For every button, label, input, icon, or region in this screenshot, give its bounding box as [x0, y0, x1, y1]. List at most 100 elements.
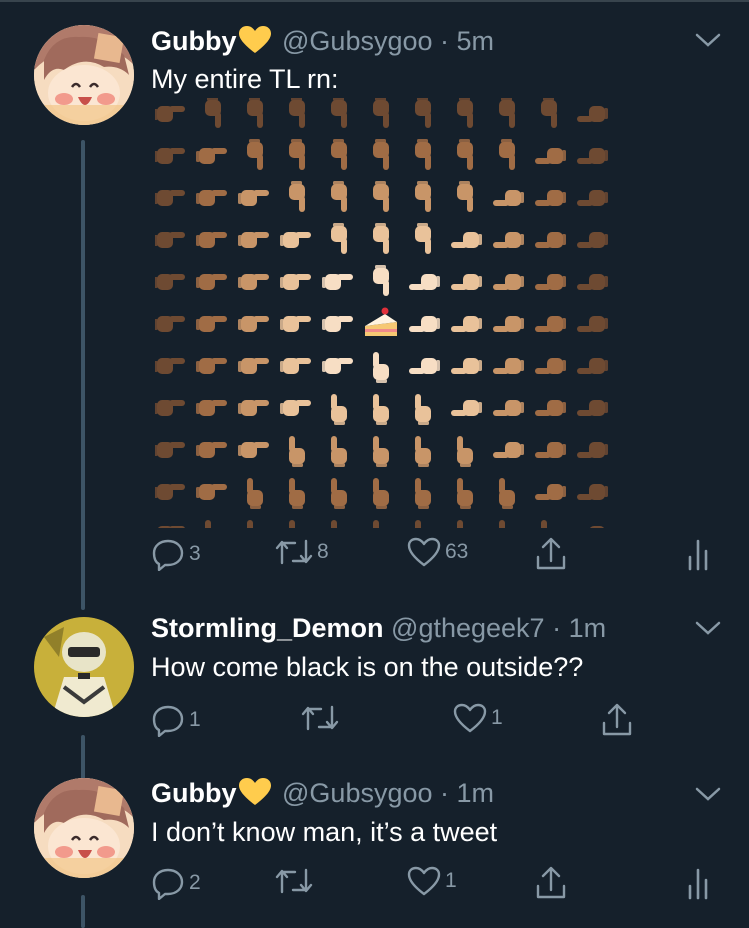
retweet-icon: [275, 537, 313, 567]
pointing-hand-icon: [238, 232, 269, 248]
tweet-text: I don’t know man, it’s a tweet: [151, 817, 498, 847]
chevron-down-icon[interactable]: [695, 620, 721, 641]
like-button[interactable]: 1: [407, 866, 457, 896]
avatar-stormling-demon[interactable]: [34, 617, 134, 717]
reply-button[interactable]: 1: [151, 703, 201, 737]
reply-button[interactable]: 2: [151, 866, 201, 900]
pointing-hand-icon: [238, 358, 269, 374]
pointing-hand-icon: [457, 98, 473, 128]
pointing-hand-icon: [535, 442, 566, 458]
pointing-hand-icon: [331, 478, 347, 509]
pointing-hand-icon: [493, 358, 524, 374]
pointing-hand-icon: [289, 478, 305, 509]
like-button[interactable]: 63: [407, 537, 468, 567]
pointing-hand-icon: [577, 106, 608, 122]
display-name[interactable]: Stormling_Demon: [151, 613, 384, 643]
pointing-hand-icon: [280, 400, 311, 416]
handle[interactable]: @gthegeek7: [391, 613, 545, 643]
pointing-hand-icon: [280, 232, 311, 248]
display-name[interactable]: Gubby: [151, 26, 237, 56]
pointing-hand-icon: [247, 98, 263, 128]
chevron-down-icon[interactable]: [695, 786, 721, 807]
pointing-hand-icon: [415, 394, 431, 425]
pointing-hand-icon: [289, 436, 305, 467]
retweet-button[interactable]: [275, 866, 317, 896]
pointing-hand-icon: [577, 484, 608, 500]
pointing-hand-icon: [535, 316, 566, 332]
timestamp[interactable]: · 1m: [440, 778, 494, 808]
tweet-3[interactable]: Gubby @Gubsygoo · 1m I don’t know man, i…: [0, 760, 749, 928]
timestamp[interactable]: · 5m: [440, 26, 494, 56]
avatar-illustration: [34, 778, 134, 878]
pointing-hand-icon: [493, 190, 524, 206]
pointing-hand-icon: [535, 358, 566, 374]
pointing-hand-icon: [280, 358, 311, 374]
analytics-button[interactable]: [687, 537, 709, 571]
avatar-gubby[interactable]: [34, 778, 134, 878]
pointing-hand-icon: [457, 139, 473, 170]
timestamp[interactable]: · 1m: [552, 613, 606, 643]
reply-count: 1: [189, 708, 201, 731]
pointing-hand-icon: [493, 442, 524, 458]
pointing-hand-icon: [535, 232, 566, 248]
pointing-hand-icon: [373, 436, 389, 467]
pointing-hand-icon: [238, 190, 269, 206]
pointing-hand-icon: [155, 232, 185, 248]
pointing-hand-icon: [535, 484, 566, 500]
reply-button[interactable]: 3: [151, 537, 201, 571]
pointing-hand-icon: [289, 181, 305, 212]
pointing-hand-icon: [322, 274, 353, 290]
handle[interactable]: @Gubsygoo: [282, 26, 433, 56]
share-button[interactable]: [601, 703, 633, 737]
like-button[interactable]: 1: [453, 703, 503, 733]
tweet-2[interactable]: Stormling_Demon @gthegeek7 · 1m How come…: [0, 600, 749, 760]
pointing-hand-icon: [499, 98, 515, 128]
pointing-hand-icon: [535, 148, 566, 164]
pointing-hand-icon: [415, 98, 431, 128]
tweet-header: Gubby @Gubsygoo · 1m: [151, 778, 494, 813]
pointing-hand-icon: [238, 442, 269, 458]
pointing-hand-icon: [373, 478, 389, 509]
pointing-hand-icon: [247, 139, 263, 170]
retweet-button[interactable]: 8: [275, 537, 329, 567]
pointing-hand-icon: [373, 352, 389, 383]
cake-icon: [365, 307, 397, 336]
chevron-down-icon[interactable]: [695, 32, 721, 53]
pointing-hand-icon: [415, 520, 421, 528]
share-button[interactable]: [535, 866, 567, 900]
tweet-1[interactable]: Gubby @Gubsygoo · 5m My entire TL rn: 3 …: [0, 0, 749, 600]
avatar-gubby[interactable]: [34, 25, 134, 125]
pointing-hand-icon: [155, 442, 185, 458]
handle[interactable]: @Gubsygoo: [282, 778, 433, 808]
pointing-hand-icon: [196, 358, 227, 374]
pointing-hand-icon: [457, 520, 463, 528]
pointing-hand-icon: [577, 442, 608, 458]
pointing-hands-grid: [155, 98, 608, 528]
display-name[interactable]: Gubby: [151, 778, 237, 808]
pointing-hand-icon: [577, 190, 608, 206]
pointing-hand-icon: [577, 148, 608, 164]
like-count: 1: [491, 706, 503, 729]
pointing-hand-icon: [238, 274, 269, 290]
pointing-hand-icon: [457, 436, 473, 467]
pointing-hand-icon: [331, 139, 347, 170]
analytics-button[interactable]: [687, 866, 709, 900]
reply-count: 2: [189, 871, 201, 894]
reply-icon: [151, 866, 185, 900]
pointing-hand-icon: [535, 274, 566, 290]
share-button[interactable]: [535, 537, 567, 571]
reply-icon: [151, 703, 185, 737]
pointing-hand-icon: [409, 274, 440, 290]
pointing-hand-icon: [451, 274, 482, 290]
pointing-hand-icon: [289, 139, 305, 170]
retweet-button[interactable]: [301, 703, 343, 733]
pointing-hand-icon: [373, 139, 389, 170]
pointing-hand-icon: [238, 316, 269, 332]
pointing-hand-icon: [373, 394, 389, 425]
reply-count: 3: [189, 542, 201, 565]
pointing-hand-icon: [590, 526, 604, 528]
pointing-hand-icon: [457, 181, 473, 212]
pointing-hand-icon: [238, 400, 269, 416]
pointing-hand-icon: [415, 436, 431, 467]
pointing-hand-icon: [451, 232, 482, 248]
